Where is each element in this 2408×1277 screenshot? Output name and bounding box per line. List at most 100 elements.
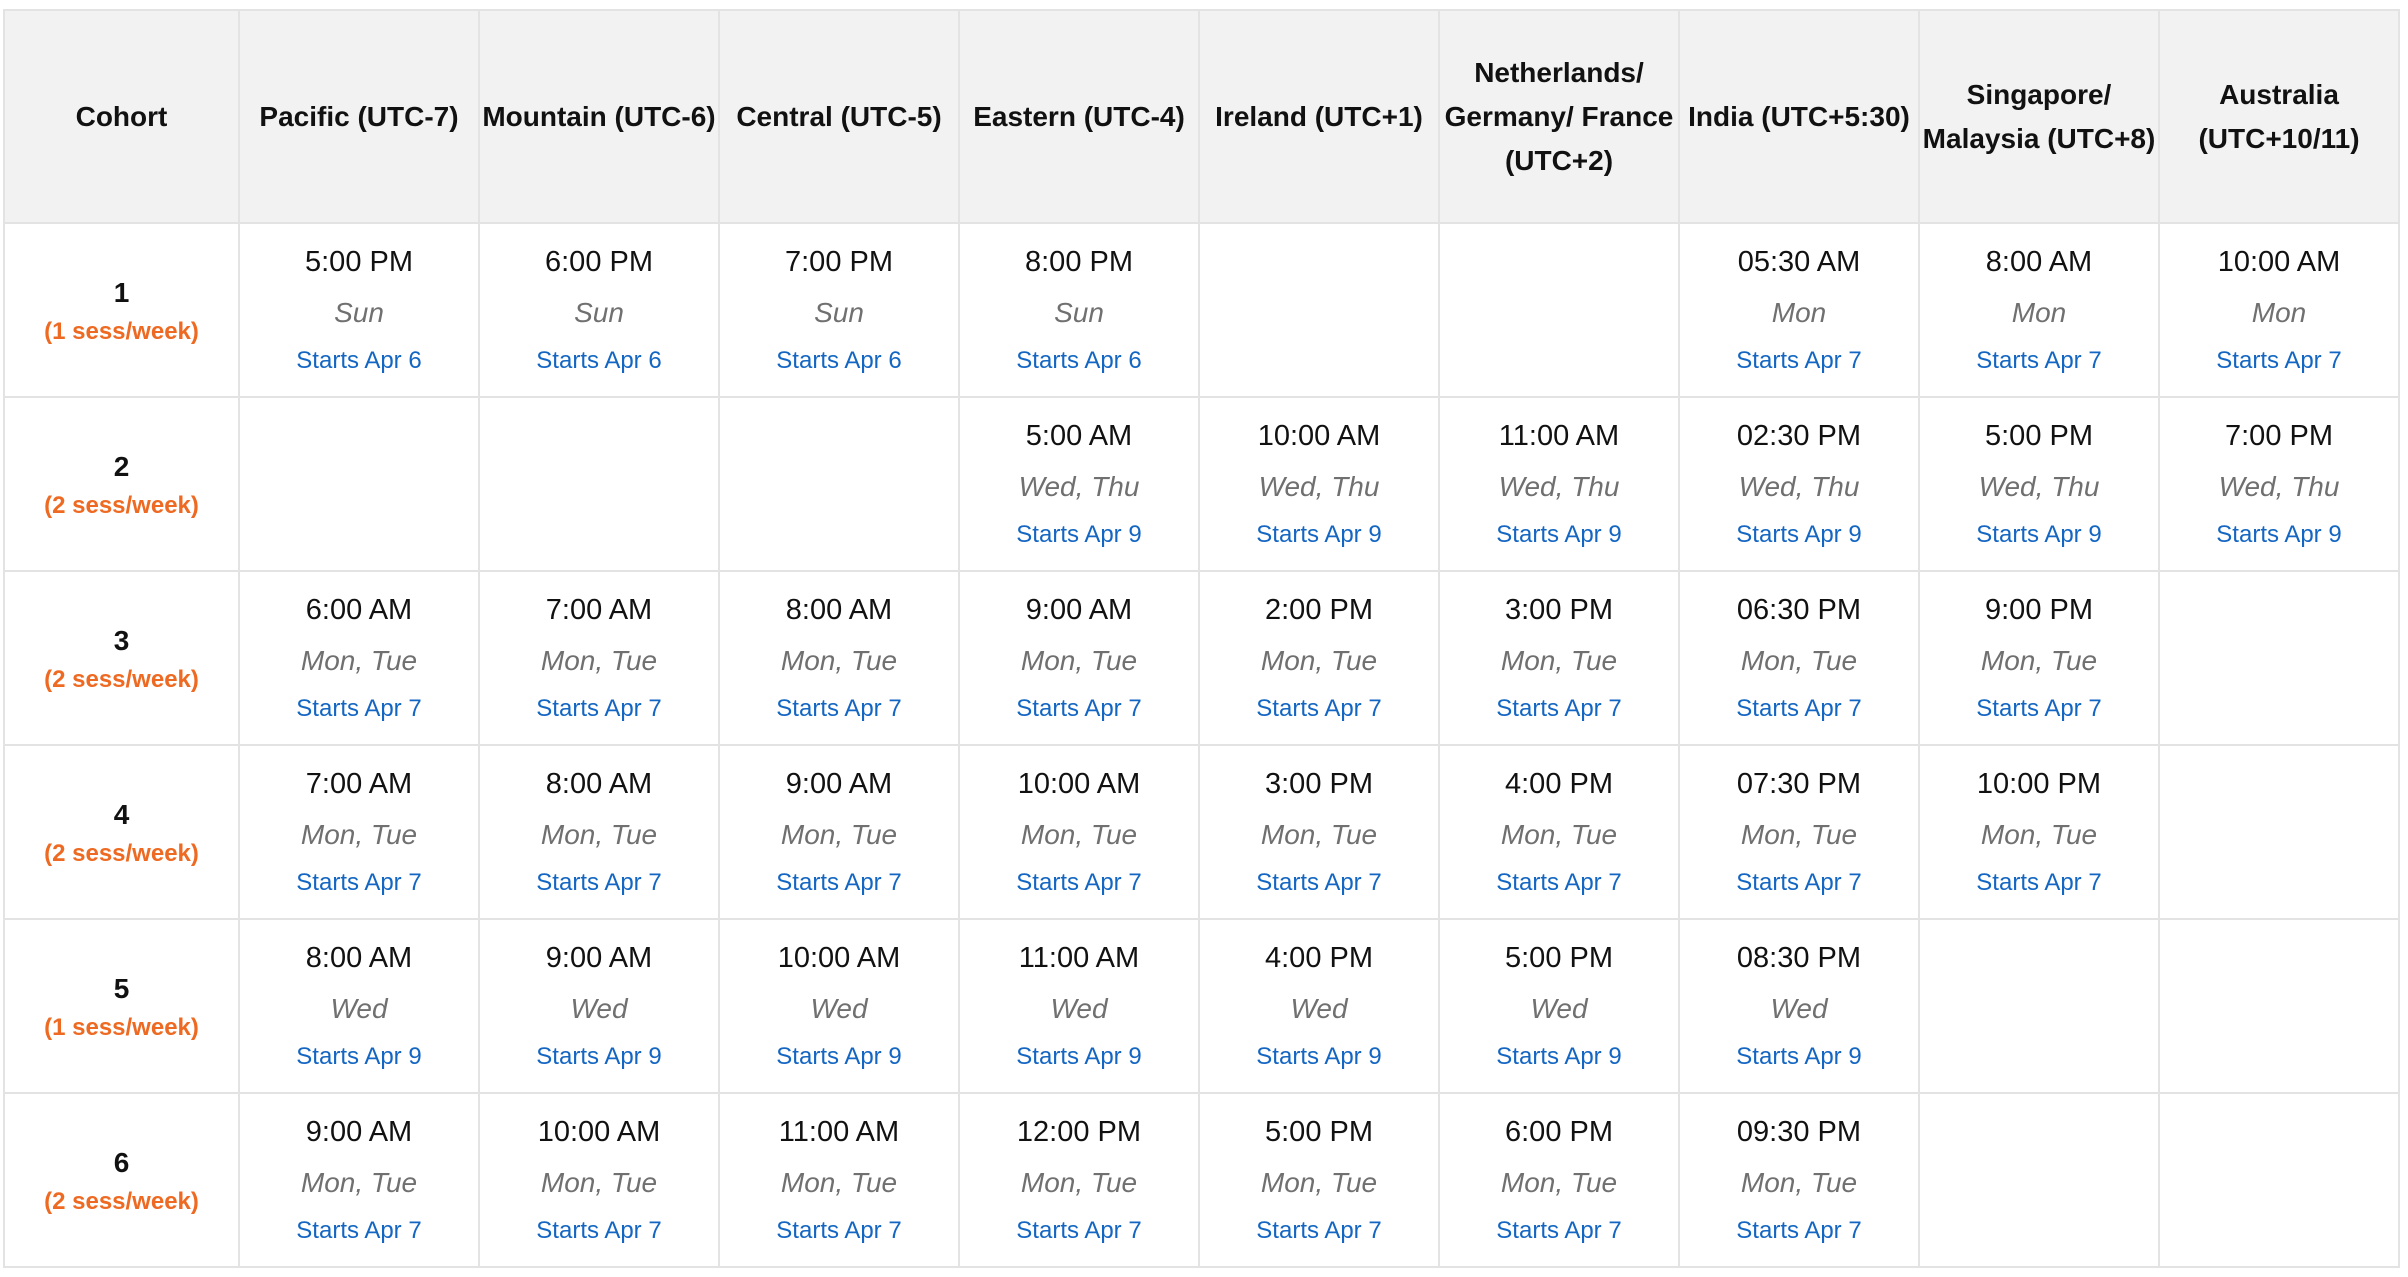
session-time: 4:00 PM — [1265, 942, 1373, 974]
start-date-link[interactable]: Starts Apr 7 — [1200, 1209, 1438, 1253]
session-days: Wed — [330, 993, 388, 1024]
session-time: 6:00 PM — [545, 246, 653, 278]
start-date-link[interactable]: Starts Apr 7 — [480, 861, 718, 905]
session-cell: 3:00 PM Mon, Tue Starts Apr 7 — [1198, 744, 1440, 920]
session-cell: 9:00 PM Mon, Tue Starts Apr 7 — [1918, 570, 2160, 746]
session-days: Sun — [574, 297, 624, 328]
session-time: 3:00 PM — [1265, 768, 1373, 800]
header-cohort: Cohort — [3, 9, 240, 224]
start-date-link[interactable]: Starts Apr 9 — [960, 1035, 1198, 1079]
schedule-body: 1 (1 sess/week) 5:00 PM Sun Starts Apr 6 6:00… — [3, 222, 2400, 1268]
session-days: Mon, Tue — [1020, 645, 1138, 676]
session-days: Mon, Tue — [1740, 645, 1858, 676]
start-date-link[interactable]: Starts Apr 7 — [480, 1209, 718, 1253]
start-date-link[interactable]: Starts Apr 7 — [960, 861, 1198, 905]
start-date-link[interactable]: Starts Apr 7 — [960, 1209, 1198, 1253]
start-date-link[interactable]: Starts Apr 9 — [480, 1035, 718, 1079]
start-date-link[interactable]: Starts Apr 9 — [1200, 1035, 1438, 1079]
start-date-link[interactable]: Starts Apr 7 — [1680, 687, 1918, 731]
start-date-link[interactable]: Starts Apr 6 — [960, 339, 1198, 383]
start-date-link[interactable]: Starts Apr 7 — [1920, 687, 2158, 731]
start-date-link[interactable]: Starts Apr 7 — [480, 687, 718, 731]
header-netherlands-germany-france: Netherlands/ Germany/ France (UTC+2) — [1438, 9, 1680, 224]
session-cell: 05:30 AM Mon Starts Apr 7 — [1678, 222, 1920, 398]
start-date-link[interactable]: Starts Apr 7 — [240, 861, 478, 905]
session-days: Mon, Tue — [1980, 645, 2098, 676]
start-date-link[interactable]: Starts Apr 7 — [1440, 687, 1678, 731]
start-date-link[interactable]: Starts Apr 7 — [720, 687, 958, 731]
start-date-link[interactable]: Starts Apr 7 — [2160, 339, 2398, 383]
session-cell: 6:00 PM Sun Starts Apr 6 — [478, 222, 720, 398]
session-time: 7:00 PM — [2225, 420, 2333, 452]
session-days: Mon, Tue — [780, 819, 898, 850]
start-date-link[interactable]: Starts Apr 7 — [240, 687, 478, 731]
start-date-link[interactable]: Starts Apr 9 — [1440, 1035, 1678, 1079]
session-time: 11:00 AM — [1498, 420, 1620, 452]
start-date-link[interactable]: Starts Apr 7 — [1680, 1209, 1918, 1253]
session-time: 9:00 AM — [1025, 594, 1133, 626]
session-cell: 3:00 PM Mon, Tue Starts Apr 7 — [1438, 570, 1680, 746]
session-cell: 02:30 PM Wed, Thu Starts Apr 9 — [1678, 396, 1920, 572]
session-days: Mon, Tue — [1980, 819, 2098, 850]
start-date-link[interactable]: Starts Apr 9 — [960, 513, 1198, 557]
empty-cell — [1918, 918, 2160, 1094]
start-date-link[interactable]: Starts Apr 6 — [240, 339, 478, 383]
start-date-link[interactable]: Starts Apr 6 — [720, 339, 958, 383]
empty-cell — [2158, 744, 2400, 920]
session-cell: 5:00 AM Wed, Thu Starts Apr 9 — [958, 396, 1200, 572]
start-date-link[interactable]: Starts Apr 7 — [720, 861, 958, 905]
session-days: Sun — [1054, 297, 1104, 328]
cohort-number: 5 — [113, 973, 130, 1004]
start-date-link[interactable]: Starts Apr 7 — [240, 1209, 478, 1253]
session-time: 02:30 PM — [1736, 420, 1862, 452]
start-date-link[interactable]: Starts Apr 7 — [1920, 339, 2158, 383]
session-days: Mon, Tue — [1500, 1167, 1618, 1198]
start-date-link[interactable]: Starts Apr 9 — [1680, 1035, 1918, 1079]
start-date-link[interactable]: Starts Apr 9 — [240, 1035, 478, 1079]
session-cell: 11:00 AM Mon, Tue Starts Apr 7 — [718, 1092, 960, 1268]
start-date-link[interactable]: Starts Apr 7 — [1680, 861, 1918, 905]
start-date-link[interactable]: Starts Apr 7 — [1440, 861, 1678, 905]
empty-cell — [1198, 222, 1440, 398]
session-time: 8:00 AM — [785, 594, 893, 626]
start-date-link[interactable]: Starts Apr 7 — [1440, 1209, 1678, 1253]
start-date-link[interactable]: Starts Apr 9 — [1920, 513, 2158, 557]
header-pacific: Pacific (UTC-7) — [238, 9, 480, 224]
empty-cell — [2158, 570, 2400, 746]
start-date-link[interactable]: Starts Apr 7 — [1680, 339, 1918, 383]
session-cell: 09:30 PM Mon, Tue Starts Apr 7 — [1678, 1092, 1920, 1268]
session-cell: 5:00 PM Mon, Tue Starts Apr 7 — [1198, 1092, 1440, 1268]
session-cell: 4:00 PM Wed Starts Apr 9 — [1198, 918, 1440, 1094]
session-time: 10:00 AM — [1017, 768, 1141, 800]
start-date-link[interactable]: Starts Apr 9 — [1440, 513, 1678, 557]
start-date-link[interactable]: Starts Apr 9 — [1680, 513, 1918, 557]
session-cell: 7:00 AM Mon, Tue Starts Apr 7 — [478, 570, 720, 746]
start-date-link[interactable]: Starts Apr 7 — [1200, 687, 1438, 731]
session-time: 2:00 PM — [1265, 594, 1373, 626]
table-row: 2 (2 sess/week) 5:00 AM Wed, Thu Starts Apr … — [3, 396, 2400, 572]
session-time: 9:00 AM — [545, 942, 653, 974]
session-days: Wed, Thu — [1498, 471, 1620, 502]
start-date-link[interactable]: Starts Apr 7 — [960, 687, 1198, 731]
session-cell: 9:00 AM Mon, Tue Starts Apr 7 — [238, 1092, 480, 1268]
schedule-table: Cohort Pacific (UTC-7) Mountain (UTC-6) … — [3, 9, 2400, 1268]
session-cell: 10:00 AM Wed, Thu Starts Apr 9 — [1198, 396, 1440, 572]
session-cell: 11:00 AM Wed, Thu Starts Apr 9 — [1438, 396, 1680, 572]
start-date-link[interactable]: Starts Apr 9 — [720, 1035, 958, 1079]
start-date-link[interactable]: Starts Apr 7 — [1200, 861, 1438, 905]
session-cell: 10:00 AM Mon, Tue Starts Apr 7 — [478, 1092, 720, 1268]
start-date-link[interactable]: Starts Apr 7 — [720, 1209, 958, 1253]
cohort-session-rate: (2 sess/week) — [44, 492, 199, 519]
session-cell: 10:00 AM Mon, Tue Starts Apr 7 — [958, 744, 1200, 920]
start-date-link[interactable]: Starts Apr 6 — [480, 339, 718, 383]
session-time: 09:30 PM — [1736, 1116, 1862, 1148]
session-days: Mon, Tue — [1740, 1167, 1858, 1198]
session-days: Mon, Tue — [780, 1167, 898, 1198]
start-date-link[interactable]: Starts Apr 9 — [1200, 513, 1438, 557]
session-time: 8:00 AM — [1985, 246, 2093, 278]
start-date-link[interactable]: Starts Apr 9 — [2160, 513, 2398, 557]
start-date-link[interactable]: Starts Apr 7 — [1920, 861, 2158, 905]
session-days: Mon, Tue — [300, 645, 418, 676]
session-days: Mon, Tue — [1020, 819, 1138, 850]
session-time: 11:00 AM — [778, 1116, 900, 1148]
